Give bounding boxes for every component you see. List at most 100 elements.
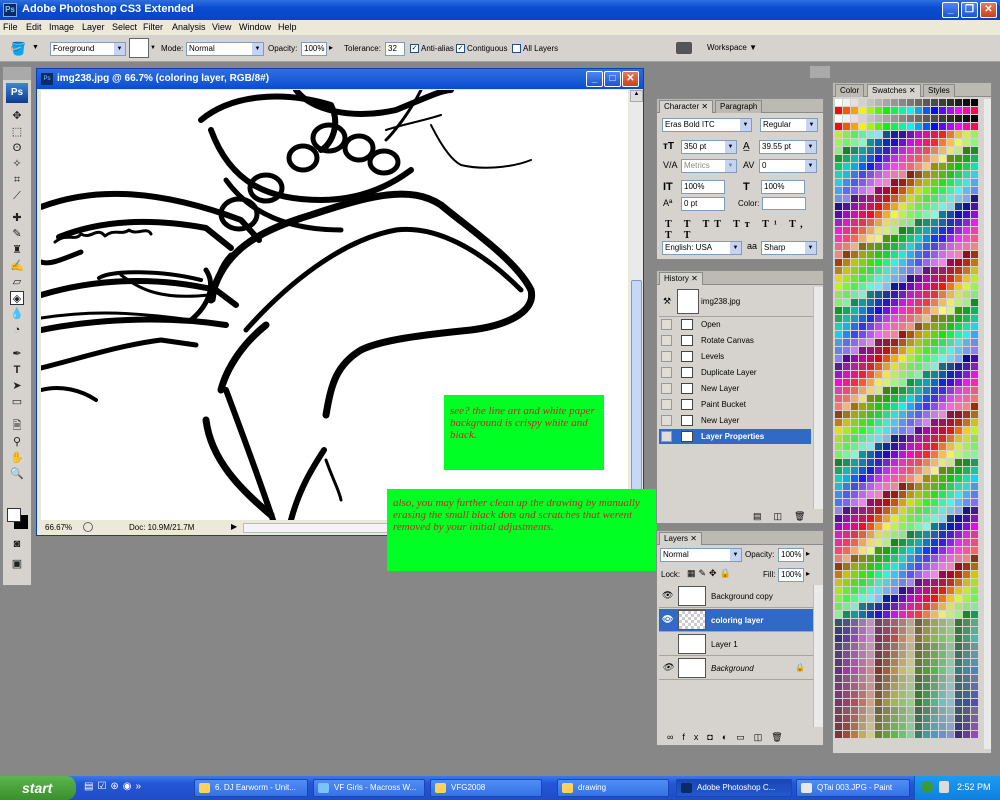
- history-item[interactable]: New Layer: [659, 381, 811, 396]
- clock[interactable]: 2:52 PM: [957, 782, 991, 792]
- move-tool-icon[interactable]: ✥: [10, 109, 24, 123]
- scroll-thumb[interactable]: [631, 280, 642, 490]
- paint-bucket-tool-icon[interactable]: ◈: [10, 291, 24, 305]
- text-style-buttons[interactable]: T T TT Tт T¹ T, T T: [665, 219, 823, 241]
- status-icon[interactable]: [83, 522, 93, 532]
- fill-source-select[interactable]: Foreground ▼: [50, 42, 126, 56]
- history-brush-source-icon[interactable]: ⚒: [663, 296, 671, 307]
- panel-dock-collapse-icon[interactable]: [810, 66, 830, 78]
- eye-icon[interactable]: 👁: [662, 614, 673, 625]
- fill-slider-icon[interactable]: ▸: [806, 569, 810, 578]
- toolbox-header[interactable]: [3, 67, 31, 80]
- swatch-grid[interactable]: [835, 99, 983, 749]
- history-item[interactable]: Open: [659, 317, 811, 332]
- menu-window[interactable]: Window: [239, 22, 271, 32]
- slice-tool-icon[interactable]: ⟋: [10, 189, 24, 203]
- photoshop-toolbox-logo[interactable]: Ps: [6, 83, 28, 103]
- tab-paragraph[interactable]: Paragraph: [715, 100, 763, 113]
- tolerance-input[interactable]: 32: [385, 42, 405, 56]
- close-button[interactable]: ✕: [980, 2, 997, 18]
- baseline-shift-input[interactable]: 0 pt: [681, 197, 725, 211]
- lasso-tool-icon[interactable]: ʘ: [10, 141, 24, 155]
- font-family-select[interactable]: Eras Bold ITC ▼: [662, 118, 752, 132]
- eyedropper-tool-icon[interactable]: ⚲: [10, 435, 24, 449]
- document-vertical-scrollbar[interactable]: ▲: [630, 90, 643, 520]
- hand-tool-icon[interactable]: ✋: [10, 451, 24, 465]
- tab-swatches[interactable]: Swatches ✕: [867, 84, 921, 97]
- menu-view[interactable]: View: [212, 22, 231, 32]
- task-vfg2008[interactable]: VFG2008: [430, 779, 542, 797]
- foreground-color-swatch[interactable]: [7, 508, 21, 522]
- workspace-button[interactable]: Workspace ▼: [707, 43, 757, 52]
- eraser-tool-icon[interactable]: ▱: [10, 275, 24, 289]
- layer-opacity-slider-icon[interactable]: ▸: [806, 549, 810, 558]
- screen-mode-icon[interactable]: ▣: [10, 557, 24, 571]
- history-snapshot[interactable]: ⚒ img238.jpg: [659, 287, 813, 317]
- tray-icon[interactable]: [921, 781, 933, 793]
- dodge-tool-icon[interactable]: ◔: [10, 323, 24, 337]
- task-ie[interactable]: VF Girls - Macross W...: [313, 779, 425, 797]
- tracking-select[interactable]: 0 ▼: [759, 159, 817, 173]
- zoom-level[interactable]: 66.67%: [45, 523, 72, 532]
- eye-icon[interactable]: 👁: [662, 662, 673, 673]
- leading-input[interactable]: 39.55 pt ▼: [759, 140, 817, 154]
- horizontal-scale-input[interactable]: 100%: [761, 180, 805, 194]
- history-item[interactable]: Rotate Canvas: [659, 333, 811, 348]
- font-style-select[interactable]: Regular ▼: [760, 118, 818, 132]
- path-selection-tool-icon[interactable]: ➤: [10, 379, 24, 393]
- history-item[interactable]: Duplicate Layer: [659, 365, 811, 380]
- layer-opacity-input[interactable]: 100%: [778, 548, 804, 562]
- text-color-swatch[interactable]: [762, 197, 806, 210]
- layer-row[interactable]: Layer 1: [659, 633, 813, 656]
- kerning-select[interactable]: Metrics ▼: [681, 159, 737, 173]
- type-tool-icon[interactable]: T: [10, 363, 24, 377]
- pattern-dropdown-icon[interactable]: ▼: [150, 45, 156, 51]
- opacity-slider-icon[interactable]: ▸: [329, 43, 333, 52]
- tab-history[interactable]: History ✕: [659, 272, 703, 285]
- clone-stamp-tool-icon[interactable]: ♜: [10, 243, 24, 257]
- layer-row[interactable]: 👁 Background 🔒: [659, 657, 813, 680]
- quick-mask-icon[interactable]: ◙: [10, 537, 24, 551]
- antialias-method-select[interactable]: Sharp ▼: [761, 241, 817, 255]
- layer-row-selected[interactable]: 👁 coloring layer: [659, 609, 813, 632]
- doc-close-button[interactable]: ✕: [622, 71, 639, 87]
- layers-footer-icons[interactable]: ∞fx◘◐▭◫🗑: [667, 732, 792, 743]
- vertical-scale-input[interactable]: 100%: [681, 180, 725, 194]
- menu-select[interactable]: Select: [112, 22, 137, 32]
- pen-tool-icon[interactable]: ✒: [10, 347, 24, 361]
- brush-tool-icon[interactable]: ✎: [10, 227, 24, 241]
- menu-image[interactable]: Image: [49, 22, 74, 32]
- shape-tool-icon[interactable]: ▭: [10, 395, 24, 409]
- doc-maximize-button[interactable]: □: [604, 71, 621, 87]
- tab-character[interactable]: Character ✕: [659, 100, 714, 113]
- healing-brush-tool-icon[interactable]: ✚: [10, 211, 24, 225]
- quick-launch-icons[interactable]: ▤☑⊛◉»: [84, 781, 145, 792]
- history-item-current[interactable]: Layer Properties: [659, 429, 811, 444]
- menu-help[interactable]: Help: [278, 22, 297, 32]
- menu-filter[interactable]: Filter: [143, 22, 163, 32]
- blend-mode-select[interactable]: Normal ▼: [660, 548, 742, 562]
- zoom-tool-icon[interactable]: 🔍: [10, 467, 24, 481]
- tab-styles[interactable]: Styles: [923, 84, 955, 97]
- mode-select[interactable]: Normal ▼: [186, 42, 264, 56]
- task-paint[interactable]: QTai 003.JPG - Paint: [796, 779, 910, 797]
- lock-icons[interactable]: ▦✎✥🔒: [687, 568, 734, 579]
- fill-input[interactable]: 100%: [778, 568, 804, 582]
- magic-wand-tool-icon[interactable]: ✧: [10, 157, 24, 171]
- task-drawing[interactable]: drawing: [557, 779, 669, 797]
- pattern-preview[interactable]: [129, 38, 149, 58]
- notes-tool-icon[interactable]: 🗎: [10, 419, 24, 433]
- scroll-up-arrow-icon[interactable]: ▲: [630, 90, 643, 102]
- menu-edit[interactable]: Edit: [26, 22, 42, 32]
- bridge-icon[interactable]: [676, 42, 692, 54]
- history-item[interactable]: Paint Bucket: [659, 397, 811, 412]
- crop-tool-icon[interactable]: ⌗: [10, 173, 24, 187]
- paint-bucket-icon[interactable]: 🪣: [10, 41, 26, 57]
- document-title-bar[interactable]: Ps img238.jpg @ 66.7% (coloring layer, R…: [37, 69, 643, 89]
- blur-tool-icon[interactable]: 💧: [10, 307, 24, 321]
- history-item[interactable]: New Layer: [659, 413, 811, 428]
- start-button[interactable]: start: [0, 776, 76, 800]
- marquee-tool-icon[interactable]: ⬚: [10, 125, 24, 139]
- history-footer-icons[interactable]: ▤◫🗑: [753, 511, 817, 522]
- all-layers-checkbox[interactable]: [512, 44, 521, 53]
